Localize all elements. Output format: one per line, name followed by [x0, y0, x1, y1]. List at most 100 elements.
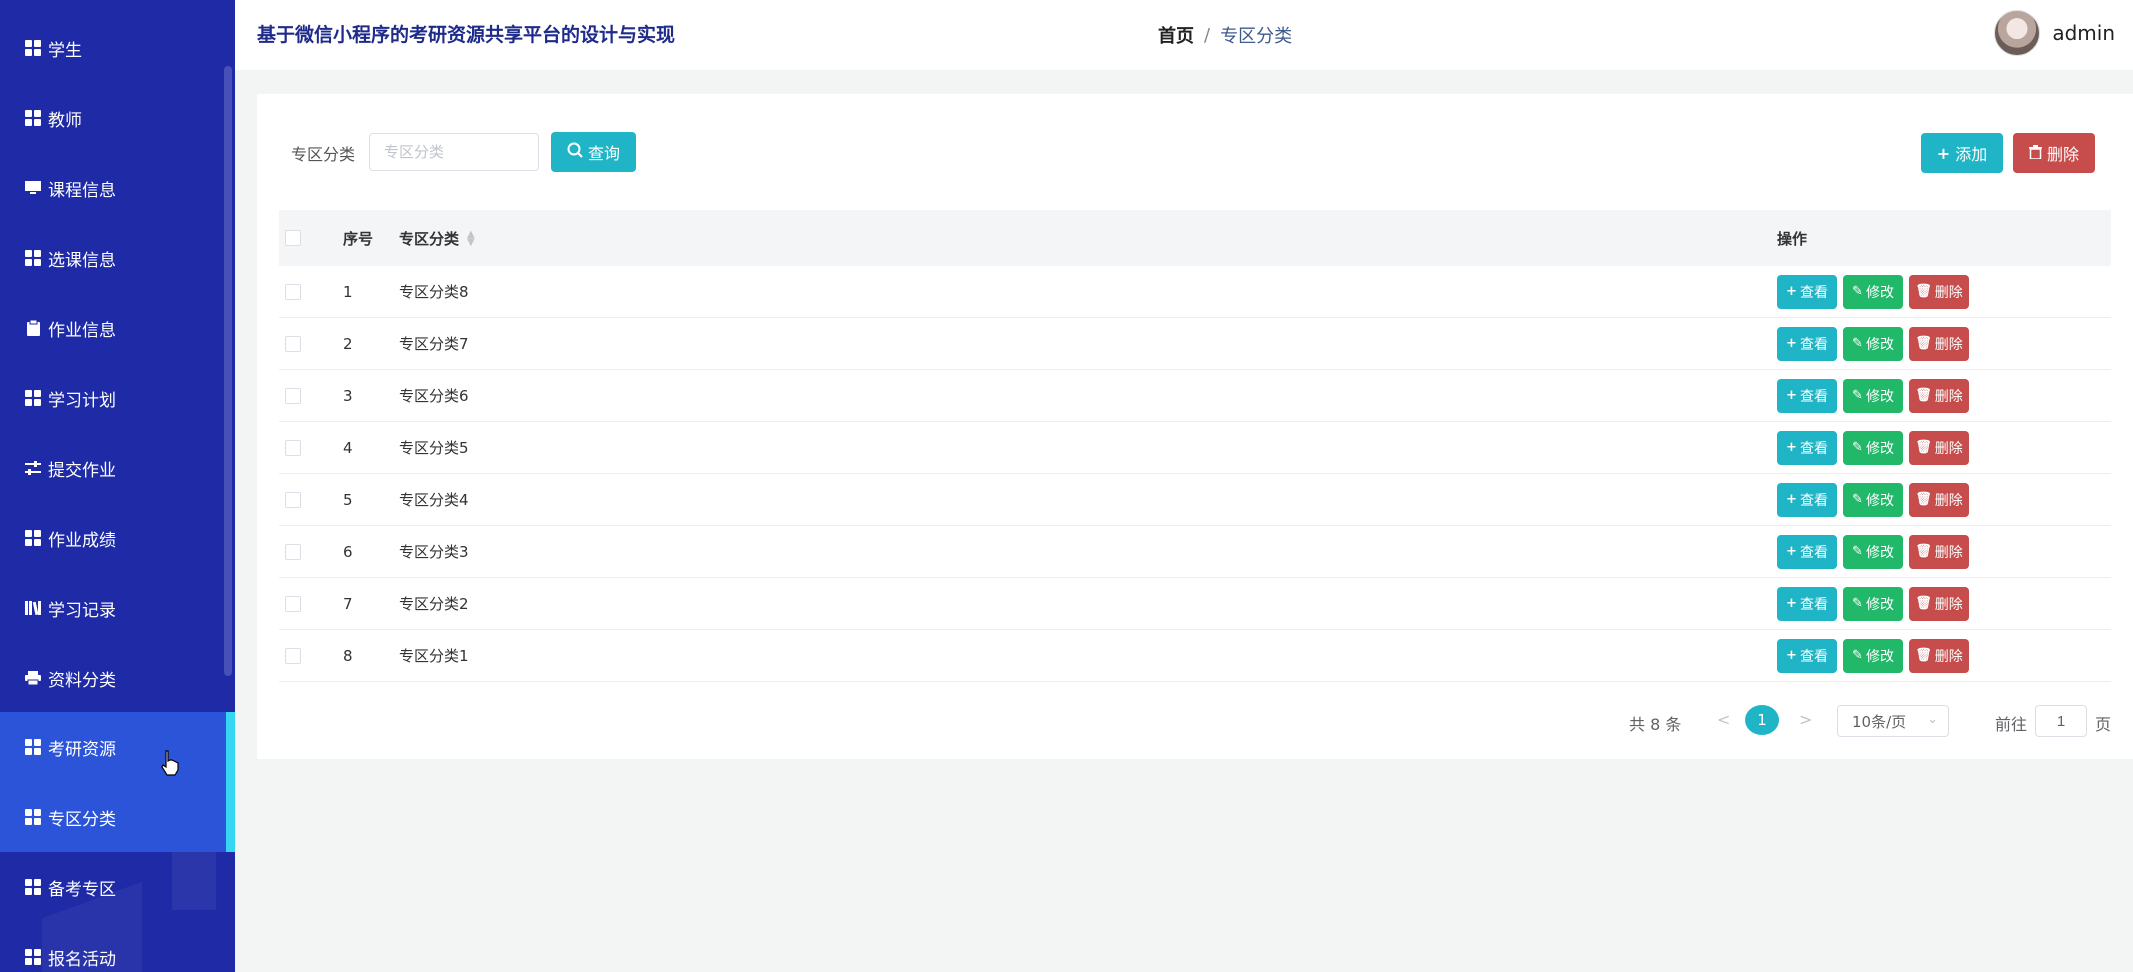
sidebar-item-study-records[interactable]: 学习记录 [0, 573, 235, 643]
sidebar-item-teachers[interactable]: 教师 [0, 83, 235, 153]
next-page-button[interactable]: > [1799, 710, 1812, 729]
username[interactable]: admin [2052, 21, 2115, 45]
edit-button[interactable]: ✎ 修改 [1843, 326, 1903, 361]
row-checkbox[interactable] [285, 335, 301, 352]
sidebar-item-submit-homework[interactable]: 提交作业 [0, 433, 235, 503]
view-button[interactable]: + 查看 [1777, 638, 1837, 673]
pagination-total: 共 8 条 [1629, 715, 1682, 734]
delete-button[interactable]: 🗑 删除 [1909, 430, 1969, 465]
sidebar-item-homework-info[interactable]: 作业信息 [0, 293, 235, 363]
row-index: 1 [343, 282, 353, 301]
sliders-icon [24, 459, 42, 477]
prev-page-button[interactable]: < [1717, 710, 1730, 729]
sort-icon[interactable]: ▲ ▼ [467, 230, 475, 248]
user-menu[interactable]: admin [1994, 10, 2115, 56]
delete-button[interactable]: 🗑 删除 [1909, 274, 1969, 309]
delete-button[interactable]: 🗑 删除 [1909, 638, 1969, 673]
delete-button-label: 删除 [1934, 336, 1963, 353]
edit-button-label: 修改 [1865, 440, 1894, 457]
sidebar-item-material-category[interactable]: 资料分类 [0, 643, 235, 713]
view-button[interactable]: + 查看 [1777, 482, 1837, 517]
trash-icon: 🗑 [1915, 544, 1932, 559]
edit-icon: ✎ [1852, 336, 1863, 351]
sidebar-item-label: 资料分类 [48, 670, 116, 691]
delete-button[interactable]: 🗑 删除 [1909, 534, 1969, 569]
batch-delete-button[interactable]: 删除 [2013, 133, 2095, 173]
search-input[interactable] [369, 133, 539, 171]
edit-button[interactable]: ✎ 修改 [1843, 638, 1903, 673]
edit-button-label: 修改 [1865, 388, 1894, 405]
view-button-label: 查看 [1799, 596, 1828, 613]
row-index: 8 [343, 646, 353, 665]
page-size-value: 10条/页 [1852, 712, 1907, 731]
delete-button[interactable]: 🗑 删除 [1909, 326, 1969, 361]
delete-button-label: 删除 [1934, 440, 1963, 457]
row-checkbox[interactable] [285, 387, 301, 404]
row-checkbox[interactable] [285, 647, 301, 664]
add-button[interactable]: + 添加 [1921, 133, 2003, 173]
view-button[interactable]: + 查看 [1777, 586, 1837, 621]
row-checkbox[interactable] [285, 439, 301, 456]
view-button[interactable]: + 查看 [1777, 430, 1837, 465]
books-icon [24, 599, 42, 617]
plus-icon: + [1786, 388, 1797, 403]
sidebar-item-enrollment-info[interactable]: 选课信息 [0, 223, 235, 293]
row-index: 2 [343, 334, 353, 353]
sidebar-item-label: 提交作业 [48, 460, 116, 481]
edit-button[interactable]: ✎ 修改 [1843, 586, 1903, 621]
edit-button[interactable]: ✎ 修改 [1843, 534, 1903, 569]
trash-icon: 🗑 [1915, 284, 1932, 299]
table-row: 3 专区分类6 + 查看 ✎ 修改 🗑 删除 [279, 370, 2111, 422]
sidebar-scrollbar[interactable] [224, 66, 232, 676]
sidebar-item-course-info[interactable]: 课程信息 [0, 153, 235, 223]
delete-button[interactable]: 🗑 删除 [1909, 586, 1969, 621]
table-row: 4 专区分类5 + 查看 ✎ 修改 🗑 删除 [279, 422, 2111, 474]
page-number-current[interactable]: 1 [1745, 705, 1779, 735]
row-actions: + 查看 ✎ 修改 🗑 删除 [1777, 430, 1975, 465]
page-size-select[interactable]: 10条/页 ⌄ [1837, 705, 1949, 737]
select-all-checkbox[interactable] [285, 230, 301, 246]
sidebar-item-students[interactable]: 学生 [0, 13, 235, 83]
breadcrumb-home[interactable]: 首页 [1158, 22, 1194, 48]
plus-icon: + [1786, 284, 1797, 299]
query-button[interactable]: 查询 [551, 132, 636, 172]
sidebar-item-exam-prep-zone[interactable]: 备考专区 [0, 852, 235, 922]
row-checkbox[interactable] [285, 543, 301, 560]
header: 基于微信小程序的考研资源共享平台的设计与实现 首页 / 专区分类 admin [235, 0, 2133, 70]
row-checkbox[interactable] [285, 283, 301, 300]
delete-button[interactable]: 🗑 删除 [1909, 378, 1969, 413]
view-button-label: 查看 [1799, 492, 1828, 509]
sidebar-item-study-plan[interactable]: 学习计划 [0, 363, 235, 433]
row-index: 3 [343, 386, 353, 405]
view-button[interactable]: + 查看 [1777, 326, 1837, 361]
page-title: 基于微信小程序的考研资源共享平台的设计与实现 [257, 24, 676, 46]
edit-icon: ✎ [1852, 648, 1863, 663]
delete-button[interactable]: 🗑 删除 [1909, 482, 1969, 517]
row-checkbox[interactable] [285, 595, 301, 612]
sidebar-item-homework-grades[interactable]: 作业成绩 [0, 503, 235, 573]
pagination: 共 8 条 < 1 > 10条/页 ⌄ 前往 页 [257, 705, 2133, 737]
sidebar-item-zone-category[interactable]: 专区分类 [0, 782, 235, 852]
goto-page-input[interactable] [2035, 705, 2087, 737]
view-button[interactable]: + 查看 [1777, 378, 1837, 413]
edit-icon: ✎ [1852, 440, 1863, 455]
delete-button-label: 删除 [1934, 284, 1963, 301]
view-button[interactable]: + 查看 [1777, 274, 1837, 309]
edit-button[interactable]: ✎ 修改 [1843, 274, 1903, 309]
search-icon [567, 142, 583, 162]
edit-button[interactable]: ✎ 修改 [1843, 482, 1903, 517]
view-button[interactable]: + 查看 [1777, 534, 1837, 569]
sidebar-item-label: 课程信息 [48, 180, 116, 201]
row-actions: + 查看 ✎ 修改 🗑 删除 [1777, 534, 1975, 569]
print-icon [24, 669, 42, 687]
sidebar-item-label: 报名活动 [48, 949, 116, 970]
sidebar-item-registration-activities[interactable]: 报名活动 [0, 922, 235, 972]
column-header-name[interactable]: 专区分类 ▲ ▼ [399, 228, 475, 249]
row-checkbox[interactable] [285, 491, 301, 508]
avatar[interactable] [1994, 10, 2041, 56]
edit-button[interactable]: ✎ 修改 [1843, 430, 1903, 465]
edit-button[interactable]: ✎ 修改 [1843, 378, 1903, 413]
clipboard-icon [24, 319, 42, 337]
sidebar-item-label: 教师 [48, 110, 82, 131]
sidebar-item-exam-resources[interactable]: 考研资源 [0, 712, 235, 782]
